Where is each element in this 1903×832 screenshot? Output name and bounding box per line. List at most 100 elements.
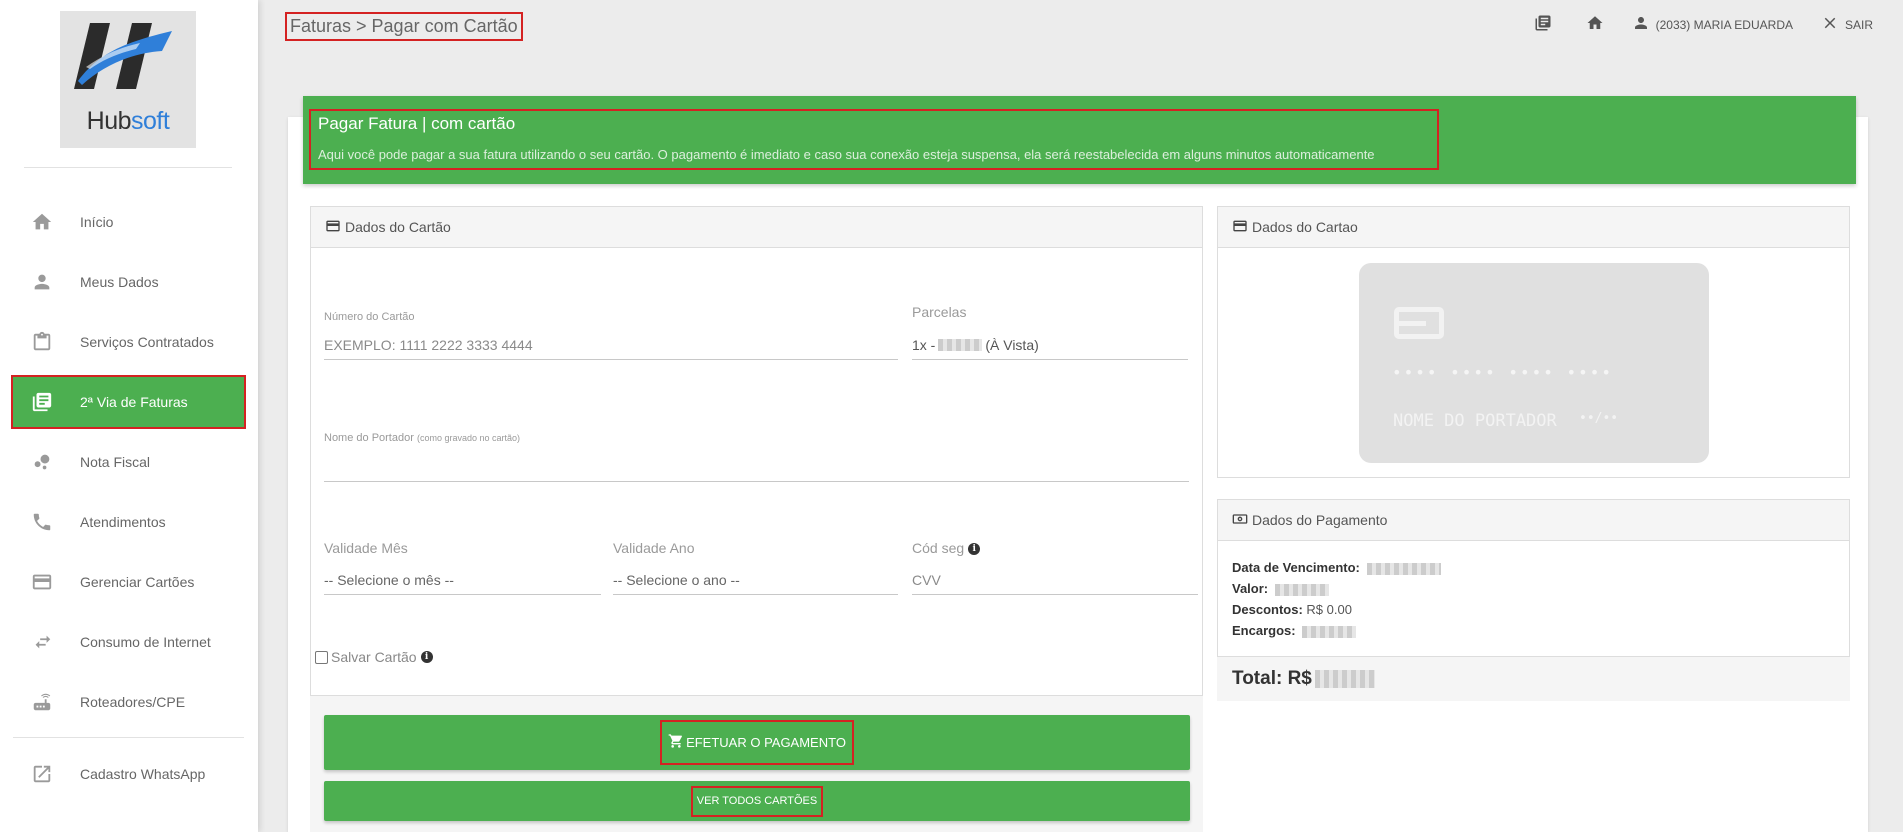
transfer-icon bbox=[30, 630, 54, 654]
person-icon bbox=[1632, 14, 1650, 35]
sidebar-item-label: Meus Dados bbox=[80, 274, 159, 290]
payment-total: Total: R$ bbox=[1217, 656, 1850, 701]
card-form-heading-text: Dados do Cartão bbox=[345, 219, 451, 235]
all-cards-button[interactable]: VER TODOS CARTÕES bbox=[324, 781, 1190, 821]
person-icon bbox=[30, 270, 54, 294]
card-expiry-preview: ••/•• bbox=[1579, 411, 1619, 426]
discount-line: Descontos: R$ 0.00 bbox=[1232, 602, 1352, 617]
installments-select[interactable]: 1x - (À Vista) bbox=[912, 330, 1188, 360]
card-number-mask: •••• •••• •••• •••• bbox=[1392, 363, 1614, 382]
redacted-value bbox=[1302, 625, 1357, 638]
holder-name-label-text: Nome do Portador bbox=[324, 432, 414, 444]
payment-heading: Dados do Pagamento bbox=[1218, 500, 1849, 541]
card-chip-icon bbox=[1394, 307, 1444, 339]
redacted-value bbox=[938, 338, 983, 351]
home-button[interactable] bbox=[1580, 14, 1604, 35]
card-preview-heading-text: Dados do Cartao bbox=[1252, 219, 1358, 235]
card-number-input[interactable]: EXEMPLO: 1111 2222 3333 4444 bbox=[324, 330, 898, 360]
sidebar-divider bbox=[24, 167, 232, 168]
logout-label: SAIR bbox=[1844, 17, 1873, 32]
sidebar-item-meus-dados[interactable]: Meus Dados bbox=[13, 257, 244, 307]
cvv-label-text: Cód seg bbox=[912, 540, 965, 556]
credit-card-icon bbox=[1232, 218, 1252, 237]
credit-card-icon bbox=[30, 570, 54, 594]
banner-description: Aqui você pode pagar a sua fatura utiliz… bbox=[318, 147, 1375, 162]
credit-card-icon bbox=[325, 218, 345, 237]
total-label: Total: R$ bbox=[1232, 668, 1312, 689]
redacted-value bbox=[1274, 583, 1329, 596]
money-icon bbox=[1232, 511, 1252, 530]
sidebar-item-consumo[interactable]: Consumo de Internet bbox=[13, 617, 244, 667]
due-date-line: Data de Vencimento: bbox=[1232, 560, 1444, 575]
redacted-value bbox=[1314, 670, 1375, 688]
invoices-shortcut-button[interactable] bbox=[1528, 14, 1552, 35]
sidebar-item-roteadores[interactable]: Roteadores/CPE bbox=[13, 677, 244, 727]
sidebar-item-inicio[interactable]: Início bbox=[13, 197, 244, 247]
sidebar-item-label: Nota Fiscal bbox=[80, 454, 151, 470]
sidebar-item-label: Consumo de Internet bbox=[80, 634, 211, 650]
sidebar-item-label: Serviços Contratados bbox=[80, 334, 214, 350]
pay-button-label: EFETUAR O PAGAMENTO bbox=[686, 735, 846, 750]
payment-heading-text: Dados do Pagamento bbox=[1252, 512, 1388, 528]
discount-label: Descontos: bbox=[1232, 602, 1303, 617]
discount-value: R$ 0.00 bbox=[1306, 602, 1352, 617]
value-label: Valor: bbox=[1232, 581, 1269, 596]
banner-text-box: Pagar Fatura | com cartão Aqui você pode… bbox=[309, 109, 1439, 170]
redacted-value bbox=[1366, 562, 1441, 575]
card-preview-heading: Dados do Cartao bbox=[1218, 207, 1849, 248]
hubsoft-logo-mark bbox=[74, 23, 172, 89]
sidebar-item-servicos[interactable]: Serviços Contratados bbox=[13, 317, 244, 367]
info-icon[interactable]: i bbox=[420, 651, 433, 663]
cart-icon bbox=[668, 733, 686, 752]
sidebar-item-label: Atendimentos bbox=[80, 514, 166, 530]
pay-button[interactable]: EFETUAR O PAGAMENTO bbox=[324, 715, 1190, 770]
expiry-year-label: Validade Ano bbox=[613, 540, 695, 556]
sidebar-item-label: Roteadores/CPE bbox=[80, 694, 186, 710]
user-menu[interactable]: (2033) MARIA EDUARDA bbox=[1632, 14, 1793, 35]
top-actions: (2033) MARIA EDUARDA SAIR bbox=[1500, 14, 1873, 35]
info-icon[interactable]: i bbox=[968, 543, 981, 556]
pay-button-label-box: EFETUAR O PAGAMENTO bbox=[660, 720, 854, 765]
save-card-checkbox[interactable] bbox=[315, 650, 328, 664]
logout-button[interactable]: SAIR bbox=[1821, 14, 1873, 35]
home-icon bbox=[1586, 14, 1604, 35]
invoices-icon bbox=[1534, 14, 1552, 35]
save-card-label: Salvar Cartão bbox=[331, 649, 417, 665]
credit-card-preview: •••• •••• •••• •••• NOME DO PORTADOR ••/… bbox=[1359, 263, 1709, 463]
router-icon bbox=[30, 690, 54, 714]
expiry-month-select[interactable]: -- Selecione o mês -- bbox=[324, 565, 601, 595]
holder-name-hint: (como gravado no cartão) bbox=[416, 433, 521, 443]
home-icon bbox=[30, 210, 54, 234]
charges-label: Encargos: bbox=[1232, 623, 1296, 638]
logo-text-soft: soft bbox=[131, 107, 170, 135]
logo-text-hub: Hub bbox=[86, 107, 132, 135]
sidebar-item-cartoes[interactable]: Gerenciar Cartões bbox=[13, 557, 244, 607]
sidebar-item-nota-fiscal[interactable]: Nota Fiscal bbox=[13, 437, 244, 487]
expiry-year-select[interactable]: -- Selecione o ano -- bbox=[613, 565, 898, 595]
card-holder-preview: NOME DO PORTADOR bbox=[1393, 411, 1557, 431]
invoices-icon bbox=[30, 390, 54, 414]
sidebar-item-faturas[interactable]: 2ª Via de Faturas bbox=[11, 375, 246, 429]
cvv-label: Cód seg i bbox=[912, 540, 981, 556]
value-line: Valor: bbox=[1232, 581, 1332, 596]
close-icon bbox=[1821, 14, 1839, 35]
sidebar-item-whatsapp[interactable]: Cadastro WhatsApp bbox=[13, 749, 244, 799]
sidebar-item-atendimentos[interactable]: Atendimentos bbox=[13, 497, 244, 547]
hubsoft-logo[interactable]: Hubsoft bbox=[60, 11, 196, 148]
cvv-input[interactable]: CVV bbox=[912, 565, 1198, 595]
card-number-label: Número do Cartão bbox=[324, 311, 415, 323]
holder-name-label: Nome do Portador (como gravado no cartão… bbox=[324, 432, 520, 444]
holder-name-input[interactable] bbox=[324, 452, 1189, 482]
installments-suffix: (À Vista) bbox=[985, 336, 1039, 353]
banner-title: Pagar Fatura | com cartão bbox=[318, 114, 516, 133]
sidebar-item-label: Cadastro WhatsApp bbox=[80, 766, 206, 782]
installments-label: Parcelas bbox=[912, 304, 967, 320]
card-form-heading: Dados do Cartão bbox=[311, 207, 1202, 248]
installments-prefix: 1x - bbox=[912, 336, 936, 353]
save-card-option: Salvar Cartão i bbox=[315, 649, 433, 665]
sidebar-item-label: 2ª Via de Faturas bbox=[80, 394, 188, 410]
expiry-month-label: Validade Mês bbox=[324, 540, 408, 556]
sidebar-item-label: Início bbox=[80, 214, 114, 230]
due-date-label: Data de Vencimento: bbox=[1232, 560, 1360, 575]
sidebar-divider bbox=[13, 737, 244, 738]
